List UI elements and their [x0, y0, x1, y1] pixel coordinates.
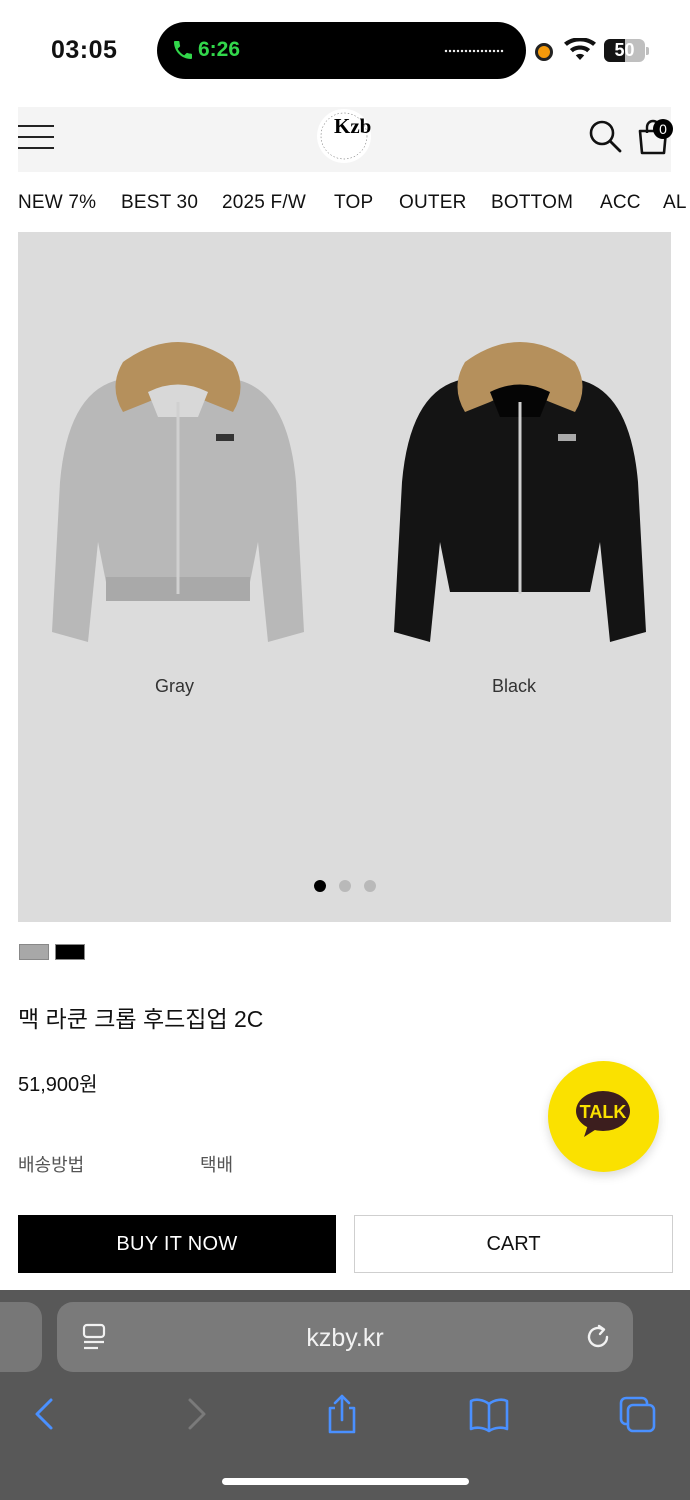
- nav-item-all[interactable]: AL: [663, 192, 687, 214]
- call-duration: 6:26: [198, 38, 241, 61]
- browser-toolbar: kzby.kr: [0, 1290, 690, 1500]
- color-swatch-black[interactable]: [55, 944, 85, 960]
- gray-hoodie-image: [52, 342, 304, 642]
- menu-icon[interactable]: [18, 123, 54, 151]
- status-time: 03:05: [51, 36, 118, 64]
- nav-item-bottom[interactable]: BOTTOM: [491, 192, 573, 214]
- nav-item-top[interactable]: TOP: [334, 192, 373, 214]
- wifi-icon: [564, 38, 596, 60]
- phone-icon: [174, 41, 192, 59]
- black-hoodie-image: [394, 342, 646, 642]
- shipping-method-label: 배송방법: [18, 1155, 85, 1175]
- nav-item-fw[interactable]: 2025 F/W: [222, 192, 306, 214]
- carousel-pagination: [314, 880, 376, 892]
- product-image-carousel[interactable]: Gray Black: [18, 232, 671, 922]
- carousel-dot-3[interactable]: [364, 880, 376, 892]
- reload-icon[interactable]: [583, 1322, 613, 1352]
- nav-item-acc[interactable]: ACC: [600, 192, 641, 214]
- tabs-icon[interactable]: [617, 1394, 657, 1434]
- carousel-dot-1[interactable]: [314, 880, 326, 892]
- address-bar[interactable]: kzby.kr: [57, 1302, 633, 1372]
- talk-bubble-icon: TALK: [576, 1091, 630, 1137]
- forward-icon[interactable]: [176, 1394, 216, 1434]
- search-icon[interactable]: [588, 119, 622, 153]
- share-icon[interactable]: [322, 1394, 362, 1434]
- previous-tab-preview[interactable]: [0, 1302, 42, 1372]
- add-to-cart-button[interactable]: CART: [354, 1215, 673, 1273]
- shipping-method-value: 택배: [200, 1155, 234, 1175]
- nav-item-new[interactable]: NEW 7%: [18, 192, 96, 214]
- color-swatch-gray[interactable]: [19, 944, 49, 960]
- back-icon[interactable]: [25, 1394, 65, 1434]
- product-price: 51,900원: [18, 1074, 98, 1096]
- nav-item-best[interactable]: BEST 30: [121, 192, 198, 214]
- buy-now-button[interactable]: BUY IT NOW: [18, 1215, 336, 1273]
- url-text: kzby.kr: [306, 1324, 384, 1352]
- battery-icon: 50: [604, 39, 649, 62]
- dynamic-island-call[interactable]: 6:26: [157, 22, 526, 79]
- mic-indicator-icon: [535, 43, 553, 61]
- svg-text:TALK: TALK: [580, 1102, 627, 1122]
- carousel-dot-2[interactable]: [339, 880, 351, 892]
- bookmarks-icon[interactable]: [469, 1394, 509, 1434]
- audio-waveform-icon: [444, 49, 504, 53]
- black-variant-caption: Black: [492, 676, 537, 696]
- product-title: 맥 라쿤 크롭 후드집업 2C: [18, 1006, 264, 1032]
- nav-item-outer[interactable]: OUTER: [399, 192, 467, 214]
- kakao-talk-button[interactable]: TALK: [548, 1061, 659, 1172]
- site-header: Kzb 0: [18, 107, 673, 172]
- brand-logo[interactable]: Kzb: [312, 107, 376, 167]
- cart-count-badge: 0: [653, 119, 673, 139]
- category-nav: NEW 7% BEST 30 2025 F/W TOP OUTER BOTTOM…: [0, 172, 690, 232]
- battery-level: 50: [614, 40, 635, 60]
- home-indicator[interactable]: [222, 1478, 469, 1485]
- gray-variant-caption: Gray: [155, 676, 195, 696]
- status-bar: 03:05 6:26 50: [0, 0, 690, 100]
- svg-text:Kzb: Kzb: [334, 114, 371, 138]
